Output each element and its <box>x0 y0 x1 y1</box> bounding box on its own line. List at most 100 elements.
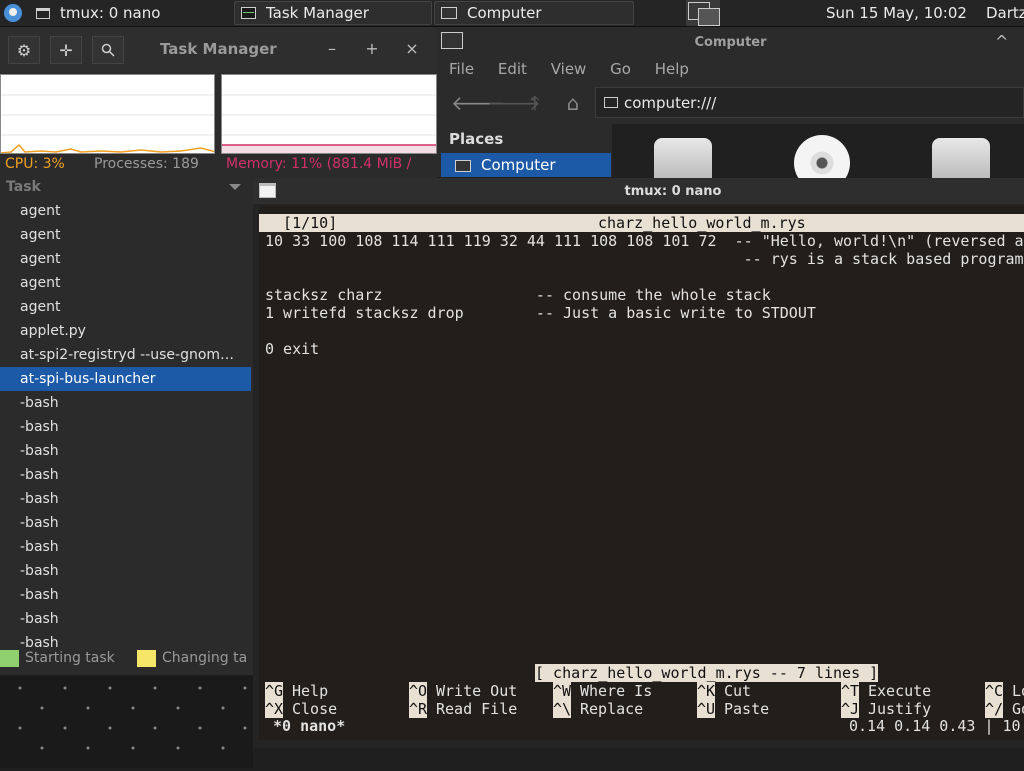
file-view <box>612 124 1024 191</box>
menu-edit[interactable]: Edit <box>498 60 527 78</box>
menu-file[interactable]: File <box>449 60 474 78</box>
shortcut-label[interactable]: Where Is <box>580 682 652 700</box>
maximize-button[interactable]: + <box>362 39 382 58</box>
shortcut-key: ^R <box>409 700 428 718</box>
task-row[interactable]: -bash <box>0 559 251 583</box>
terminal-titlebar: tmux: 0 nano <box>253 178 1024 204</box>
task-column-header[interactable]: Task <box>0 175 251 199</box>
window-title: tmux: 0 nano <box>624 184 722 199</box>
task-row[interactable]: agent <box>0 199 251 223</box>
places-header: Places <box>449 130 504 148</box>
shortcut-key: ^J <box>841 700 860 718</box>
shortcut-label[interactable]: Write Out <box>436 682 517 700</box>
task-row[interactable]: agent <box>0 295 251 319</box>
shortcut-label[interactable]: Help <box>292 682 328 700</box>
crosshair-button[interactable]: ✛ <box>50 36 82 64</box>
file-manager-window: Computer ^ File Edit View Go Help 🡐 🡒 🡑 … <box>437 27 1024 191</box>
location-bar[interactable]: computer:/// <box>595 87 1024 118</box>
nano-editor[interactable]: [1/10] charz_hello_world_m.rys 10 33 100… <box>259 206 1024 740</box>
memory-label: Memory: 11% (881.4 MiB / <box>226 156 412 172</box>
editor-line[interactable]: 10 33 100 108 114 111 119 32 44 111 108 … <box>265 232 1024 250</box>
shortcut-label[interactable]: Lo <box>1012 682 1024 700</box>
task-row[interactable]: at-spi-bus-launcher <box>0 367 251 391</box>
task-row[interactable]: -bash <box>0 391 251 415</box>
task-row[interactable]: at-spi2-registryd --use-gnom… <box>0 343 251 367</box>
tmux-window-label[interactable]: *0 nano* <box>273 717 345 735</box>
menu-help[interactable]: Help <box>655 60 689 78</box>
home-icon[interactable]: ⌂ <box>561 91 585 115</box>
task-row[interactable]: -bash <box>0 415 251 439</box>
task-manager-icon <box>241 7 256 19</box>
editor-line[interactable]: 1 writefd stacksz drop -- Just a basic w… <box>265 304 816 322</box>
task-row[interactable]: agent <box>0 223 251 247</box>
task-row[interactable]: -bash <box>0 607 251 631</box>
shortcut-label[interactable]: Replace <box>580 700 643 718</box>
starting-label: Starting task <box>25 650 115 666</box>
app-launcher-icon[interactable] <box>4 4 22 22</box>
hard-drive-icon[interactable] <box>932 138 990 178</box>
back-arrow-icon[interactable]: 🡐 <box>451 91 505 115</box>
task-row[interactable]: -bash <box>0 463 251 487</box>
window-icon <box>36 7 50 19</box>
taskbar-button-tmux[interactable]: tmux: 0 nano <box>30 1 230 25</box>
minimize-button[interactable]: – <box>322 39 342 58</box>
shortcut-label[interactable]: Go <box>1012 700 1024 718</box>
collapse-button[interactable]: ^ <box>995 32 1008 51</box>
starting-swatch <box>0 650 19 667</box>
user-menu[interactable]: Dartz <box>986 1 1024 25</box>
shortcut-key: ^/ <box>985 700 1004 718</box>
taskbar-button-computer[interactable]: Computer <box>434 1 634 25</box>
editor-line[interactable]: -- rys is a stack based programmi <box>265 250 1024 268</box>
window-title: Computer <box>694 35 767 50</box>
shortcut-label[interactable]: Paste <box>724 700 769 718</box>
shortcut-label[interactable]: Justify <box>868 700 931 718</box>
task-row[interactable]: -bash <box>0 487 251 511</box>
editor-line[interactable]: 0 exit <box>265 340 319 358</box>
task-manager-header: ⚙ ✛ Task Manager – + × <box>0 27 437 73</box>
cpu-label: CPU: 3% <box>5 156 65 172</box>
nano-filename: charz_hello_world_m.rys <box>598 214 806 232</box>
shortcut-label[interactable]: Close <box>292 700 337 718</box>
shortcut-label[interactable]: Execute <box>868 682 931 700</box>
menu-view[interactable]: View <box>551 60 587 78</box>
menu-go[interactable]: Go <box>610 60 631 78</box>
editor-line[interactable]: stacksz charz -- consume the whole stack <box>265 286 771 304</box>
task-row[interactable]: agent <box>0 271 251 295</box>
shortcut-key: ^C <box>985 682 1004 700</box>
taskbar-button-task-manager[interactable]: Task Manager <box>234 1 432 25</box>
cpu-graph <box>0 74 215 154</box>
shortcut-label[interactable]: Cut <box>724 682 751 700</box>
shortcut-key: ^T <box>841 682 860 700</box>
top-panel: tmux: 0 nano Task Manager Computer Sun 1… <box>0 0 1024 27</box>
gear-icon: ⚙ <box>16 40 32 60</box>
load-average: 0.14 0.14 0.43 | 10 <box>849 717 1021 735</box>
changing-swatch <box>137 650 156 667</box>
shortcut-key: ^G <box>265 682 284 700</box>
places-item-computer[interactable]: Computer <box>441 153 611 177</box>
hard-drive-icon[interactable] <box>654 138 712 178</box>
shortcut-key: ^X <box>265 700 284 718</box>
buffer-indicator: [1/10] <box>265 214 338 232</box>
up-arrow-icon[interactable]: 🡑 <box>523 91 547 115</box>
close-button[interactable]: × <box>402 39 422 58</box>
search-button[interactable] <box>92 36 124 64</box>
window-title: Task Manager <box>160 40 277 58</box>
task-row[interactable]: -bash <box>0 583 251 607</box>
clock[interactable]: Sun 15 May, 10:02 <box>826 1 986 25</box>
forward-arrow-icon[interactable]: 🡒 <box>487 91 541 115</box>
terminal-window: tmux: 0 nano [1/10] charz_hello_world_m.… <box>253 178 1024 748</box>
task-row[interactable]: -bash <box>0 631 251 647</box>
workspace-switcher[interactable] <box>686 0 720 26</box>
settings-button[interactable]: ⚙ <box>8 36 40 64</box>
task-row[interactable]: -bash <box>0 511 251 535</box>
changing-label: Changing ta <box>162 650 248 666</box>
task-row[interactable]: applet.py <box>0 319 251 343</box>
computer-icon <box>604 97 618 108</box>
desktop-area <box>0 676 253 768</box>
task-row[interactable]: -bash <box>0 439 251 463</box>
task-row[interactable]: agent <box>0 247 251 271</box>
computer-icon <box>441 7 457 19</box>
shortcut-label[interactable]: Read File <box>436 700 517 718</box>
task-row[interactable]: -bash <box>0 535 251 559</box>
shortcut-key: ^O <box>409 682 428 700</box>
